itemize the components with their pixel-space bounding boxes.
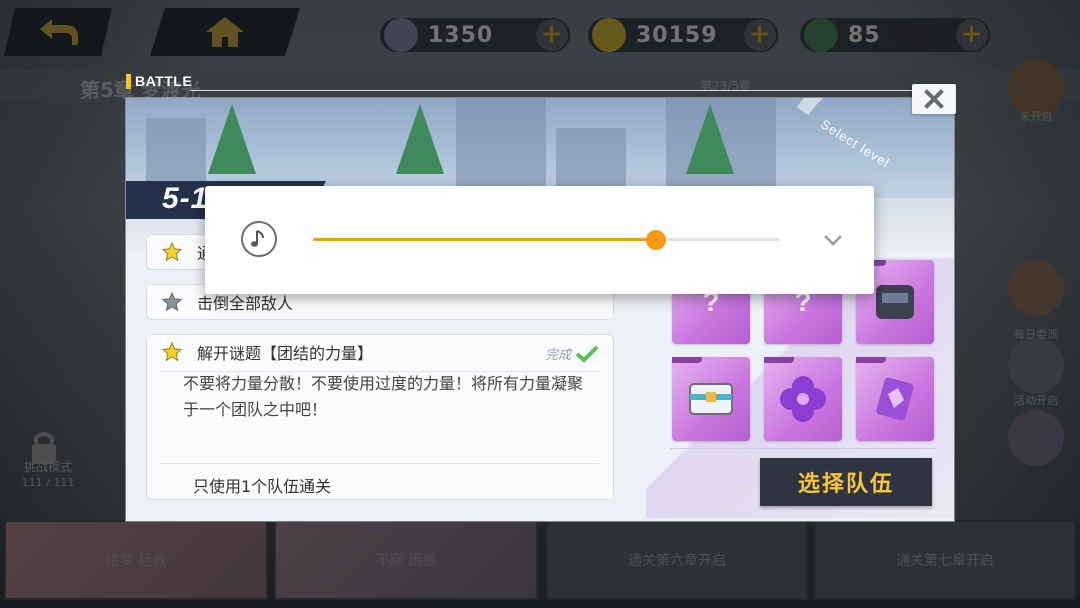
volume-slider[interactable] xyxy=(313,230,779,250)
puzzle-condition: 只使用1个队伍通关 xyxy=(193,477,332,496)
close-icon xyxy=(924,89,944,109)
tree xyxy=(396,104,444,174)
volume-slider-fill xyxy=(313,238,656,241)
star-filled-icon xyxy=(161,241,183,263)
armor-icon xyxy=(876,285,914,319)
completed-badge: 完成 xyxy=(545,344,599,363)
puzzle-description: 不要将力量分散！不要使用过度的力量！将所有力量凝聚于一个团队之中吧！ xyxy=(183,374,584,419)
divider xyxy=(670,448,936,449)
chevron-down-icon[interactable] xyxy=(821,228,845,252)
volume-slider-thumb[interactable] xyxy=(645,230,666,250)
objective-text: 解开谜题【团结的力量】 xyxy=(197,344,374,363)
volume-popup xyxy=(205,186,874,294)
puzzle-objective: 解开谜题【团结的力量】 完成 不要将力量分散！不要使用过度的力量！将所有力量凝聚… xyxy=(146,334,614,500)
stage-info-dialog: Select level 5-1 通关 击倒全部敌人 解开谜题【团结的力量】 完… xyxy=(126,98,954,521)
chip-icon xyxy=(876,377,914,421)
chest-icon xyxy=(689,383,733,415)
completed-label: 完成 xyxy=(544,348,571,363)
checkmark-icon xyxy=(575,345,599,363)
header-divider xyxy=(190,90,930,91)
tree xyxy=(686,104,734,174)
divider xyxy=(159,463,601,464)
flower-icon xyxy=(780,376,826,422)
star-empty-icon xyxy=(161,291,183,313)
select-team-button[interactable]: 选择队伍 xyxy=(760,458,932,506)
close-button[interactable] xyxy=(912,84,956,114)
reward-item[interactable] xyxy=(672,357,750,441)
reward-item[interactable] xyxy=(764,357,842,441)
reward-item[interactable] xyxy=(856,357,934,441)
battle-header-tag: BATTLE xyxy=(126,73,192,91)
tree xyxy=(208,104,256,174)
star-filled-icon xyxy=(161,341,183,363)
music-note-icon[interactable] xyxy=(241,221,277,257)
stage-number: 5-1 xyxy=(162,182,209,215)
